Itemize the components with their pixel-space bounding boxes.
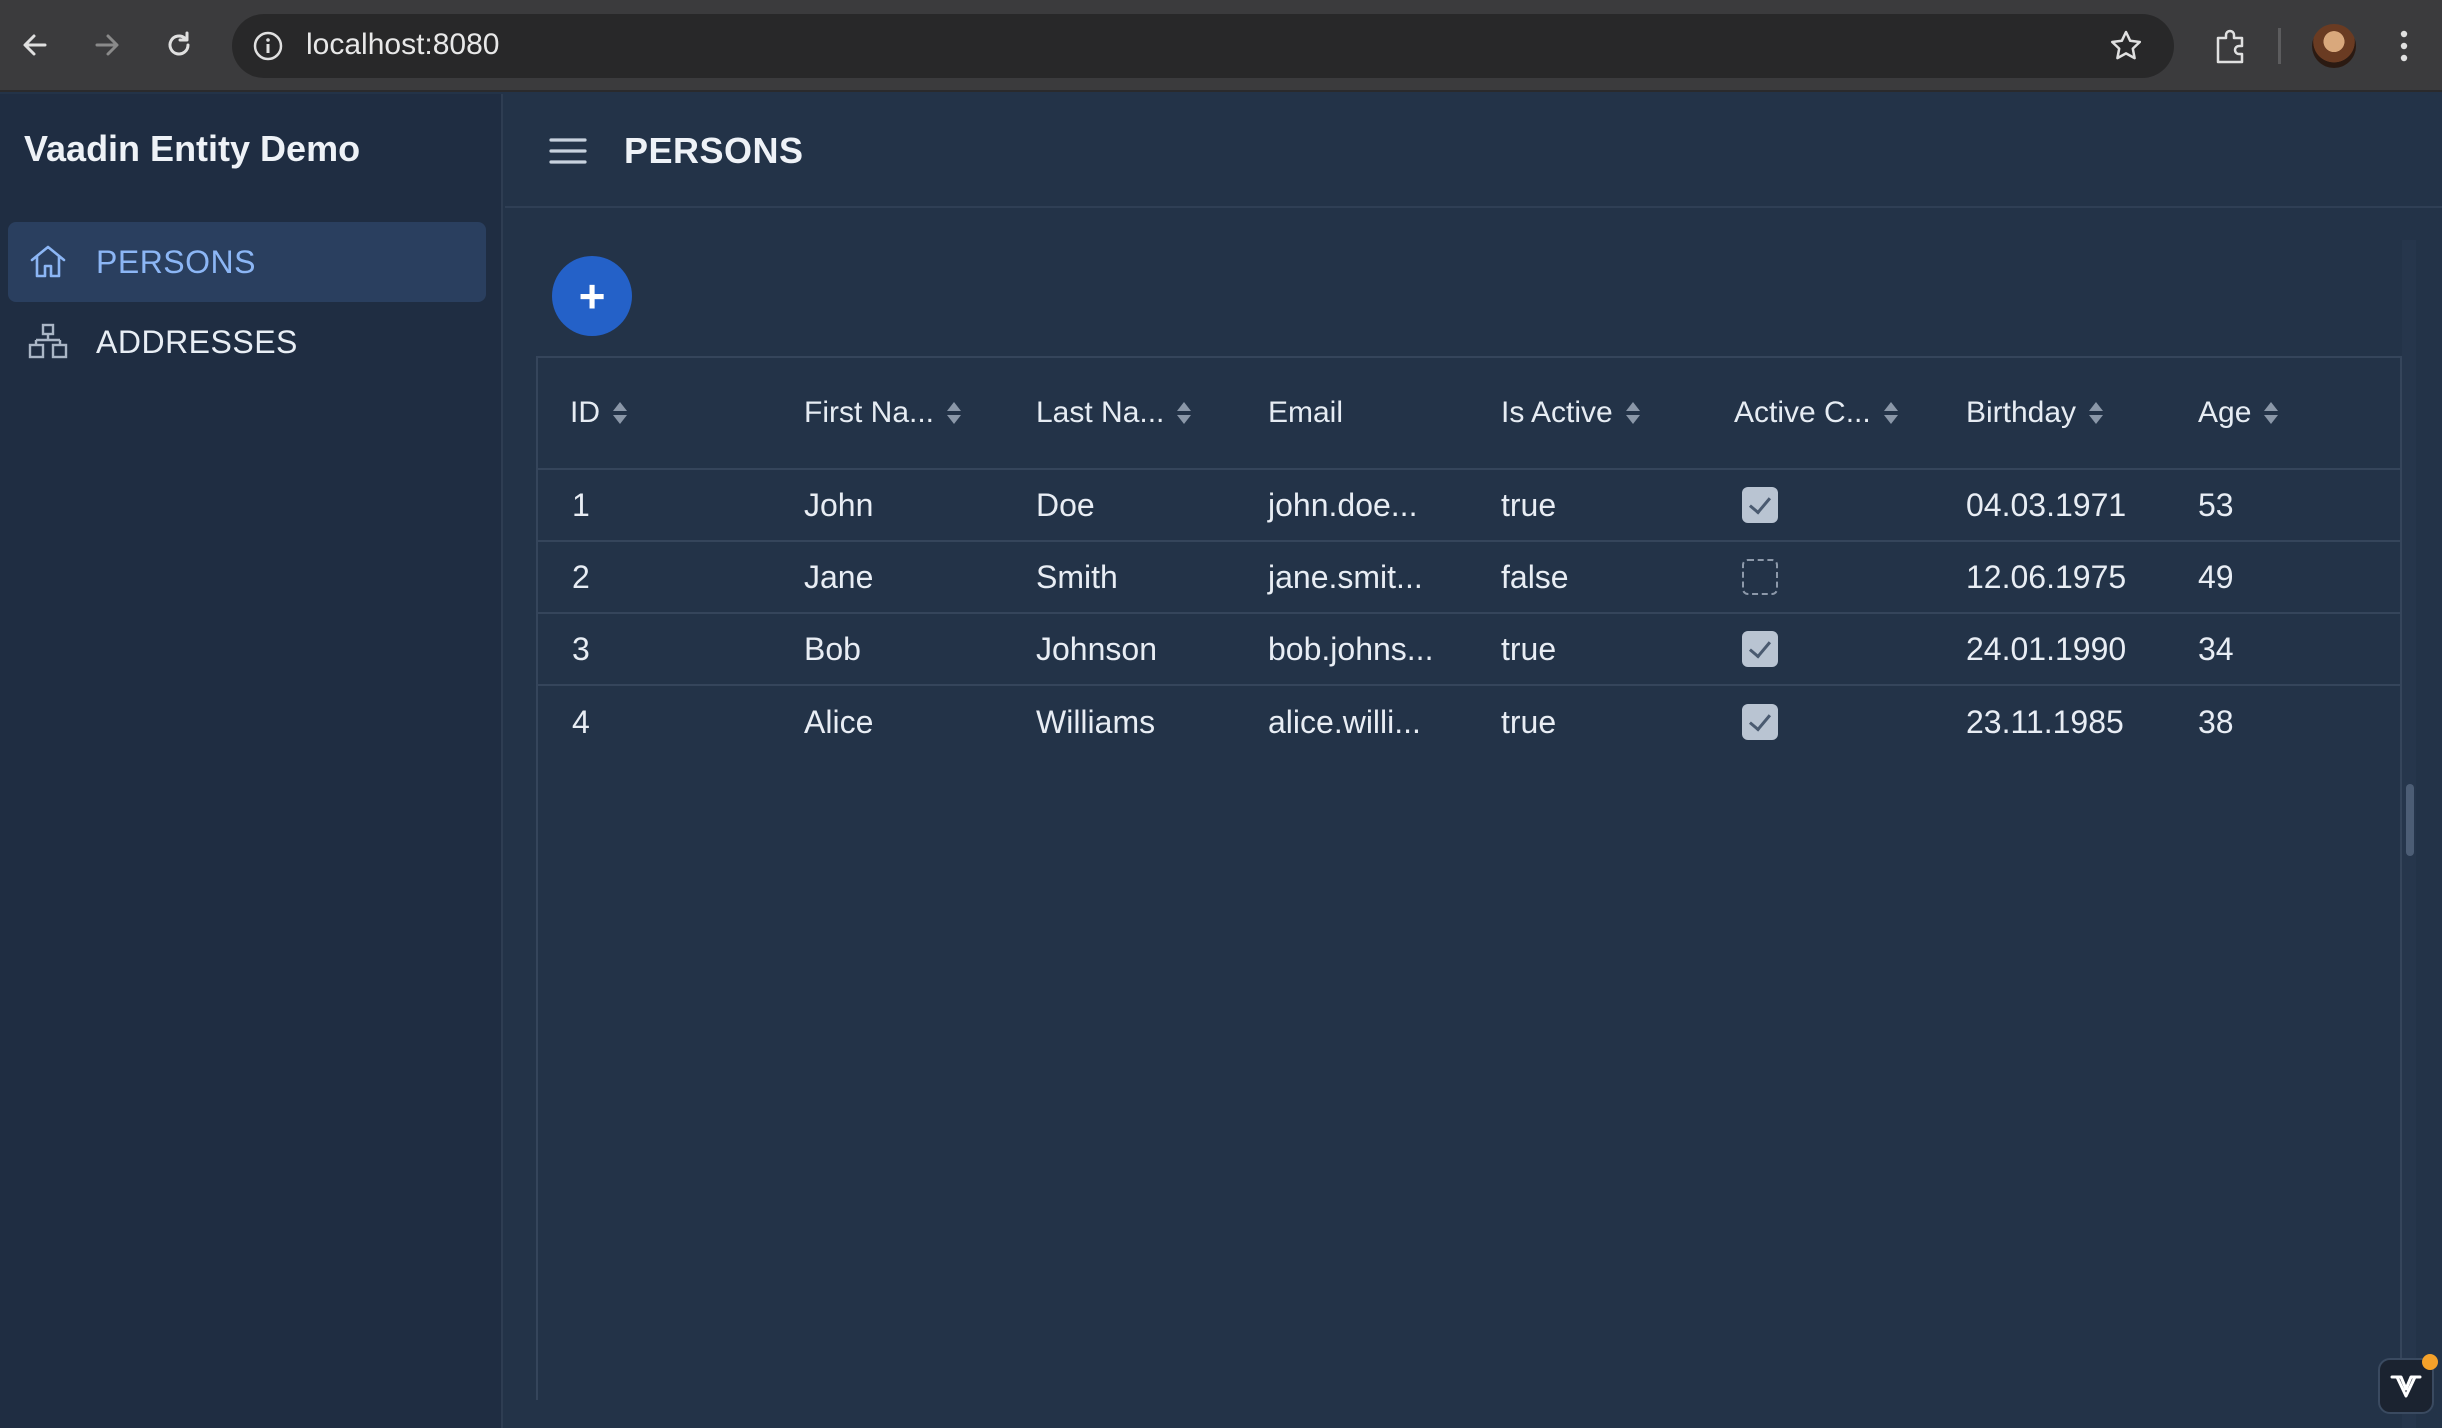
reload-icon (168, 31, 190, 56)
info-icon[interactable] (248, 26, 288, 66)
sort-icon[interactable] (1883, 400, 1899, 426)
reload-button[interactable] (154, 20, 204, 70)
side-drawer: Vaadin Entity Demo PERSONS ADDRESSES (0, 94, 503, 1428)
column-header-age[interactable]: Age (2198, 358, 2279, 468)
back-button[interactable] (10, 20, 60, 70)
nav-item-label: ADDRESSES (96, 323, 298, 360)
column-header-active-checkbox[interactable]: Active C... (1734, 358, 1899, 468)
cell-birthday: 24.01.1990 (1966, 630, 2127, 667)
sort-icon[interactable] (1176, 400, 1192, 426)
forward-button[interactable] (82, 20, 132, 70)
sort-icon[interactable] (2088, 400, 2104, 426)
column-header-label: Last Na... (1036, 396, 1165, 429)
table-row[interactable]: 4 Alice Williams alice.willi... true 23.… (538, 686, 2400, 758)
column-header-label: Is Active (1501, 396, 1613, 429)
cell-last-name: Williams (1036, 703, 1156, 740)
column-header-label: Active C... (1734, 396, 1871, 429)
main-header: PERSONS (505, 94, 2442, 208)
sitemap-icon (28, 323, 68, 359)
vaadin-logo-icon (2390, 1375, 2422, 1398)
arrow-left-icon (23, 34, 47, 56)
add-person-button[interactable]: + (552, 256, 632, 336)
scrollbar-thumb[interactable] (2406, 784, 2414, 856)
cell-id: 2 (572, 558, 590, 595)
cell-age: 49 (2198, 558, 2234, 595)
column-header-birthday[interactable]: Birthday (1966, 358, 2104, 468)
star-icon[interactable] (2106, 26, 2146, 66)
cell-birthday: 12.06.1975 (1966, 558, 2127, 595)
column-header-label: Email (1268, 396, 1344, 429)
cell-is-active: true (1501, 630, 1557, 667)
cell-is-active: true (1501, 703, 1557, 740)
column-header-label: ID (570, 396, 600, 429)
column-header-label: First Na... (804, 396, 935, 429)
toolbar-divider (2278, 28, 2281, 64)
cell-is-active: false (1501, 558, 1569, 595)
active-checkbox[interactable] (1742, 487, 1778, 523)
cell-email: john.doe... (1268, 486, 1418, 523)
cell-active-checkbox (1734, 686, 1778, 758)
vaadin-dev-tools-button[interactable] (2378, 1354, 2438, 1414)
cell-active-checkbox (1734, 542, 1778, 612)
home-icon (30, 245, 66, 278)
cell-first-name: John (804, 486, 874, 523)
sort-icon[interactable] (946, 400, 962, 426)
cell-age: 34 (2198, 630, 2234, 667)
cell-id: 4 (572, 703, 590, 740)
sort-icon[interactable] (1625, 400, 1641, 426)
menu-toggle-icon[interactable] (545, 130, 591, 172)
notification-dot (2422, 1354, 2438, 1370)
column-header-id[interactable]: ID (570, 358, 628, 468)
column-header-label: Age (2198, 396, 2252, 429)
table-row[interactable]: 2 Jane Smith jane.smit... false 12.06.19… (538, 542, 2400, 614)
cell-email: jane.smit... (1268, 558, 1423, 595)
profile-avatar[interactable] (2312, 24, 2356, 68)
extensions-icon[interactable] (2208, 24, 2252, 68)
column-header-email: Email (1268, 358, 1343, 468)
cell-first-name: Alice (804, 703, 874, 740)
grid-header: ID First Na... Last Na... Email Is Activ… (538, 358, 2400, 470)
cell-last-name: Smith (1036, 558, 1118, 595)
arrow-right-icon (95, 34, 119, 56)
active-checkbox[interactable] (1742, 631, 1778, 667)
column-header-label: Birthday (1966, 396, 2077, 429)
cell-is-active: true (1501, 486, 1557, 523)
cell-active-checkbox (1734, 614, 1778, 684)
cell-active-checkbox (1734, 470, 1778, 540)
url-text[interactable]: localhost:8080 (306, 28, 499, 62)
cell-age: 38 (2198, 703, 2234, 740)
browser-toolbar: localhost:8080 (0, 0, 2442, 92)
cell-id: 1 (572, 486, 590, 523)
app-brand: Vaadin Entity Demo (24, 128, 361, 169)
column-header-first-name[interactable]: First Na... (804, 358, 962, 468)
kebab-menu-icon[interactable] (2386, 24, 2422, 68)
address-bar[interactable]: localhost:8080 (232, 14, 2174, 78)
cell-first-name: Jane (804, 558, 874, 595)
persons-grid: ID First Na... Last Na... Email Is Activ… (536, 356, 2402, 1400)
table-row[interactable]: 3 Bob Johnson bob.johns... true 24.01.19… (538, 614, 2400, 686)
sort-icon[interactable] (2263, 400, 2279, 426)
cell-first-name: Bob (804, 630, 861, 667)
nav-item-persons[interactable]: PERSONS (8, 222, 486, 302)
active-checkbox[interactable] (1742, 704, 1778, 740)
cell-last-name: Doe (1036, 486, 1095, 523)
table-row[interactable]: 1 John Doe john.doe... true 04.03.1971 5… (538, 470, 2400, 542)
nav-item-label: PERSONS (96, 243, 256, 280)
active-checkbox[interactable] (1742, 559, 1778, 595)
column-header-last-name[interactable]: Last Na... (1036, 358, 1192, 468)
cell-age: 53 (2198, 486, 2234, 523)
cell-email: alice.willi... (1268, 703, 1421, 740)
cell-email: bob.johns... (1268, 630, 1434, 667)
column-header-is-active[interactable]: Is Active (1501, 358, 1641, 468)
page-title: PERSONS (624, 130, 804, 171)
cell-birthday: 23.11.1985 (1966, 703, 2124, 740)
cell-birthday: 04.03.1971 (1966, 486, 2127, 523)
nav-item-addresses[interactable]: ADDRESSES (8, 302, 486, 382)
cell-last-name: Johnson (1036, 630, 1157, 667)
cell-id: 3 (572, 630, 590, 667)
sort-icon[interactable] (612, 400, 628, 426)
